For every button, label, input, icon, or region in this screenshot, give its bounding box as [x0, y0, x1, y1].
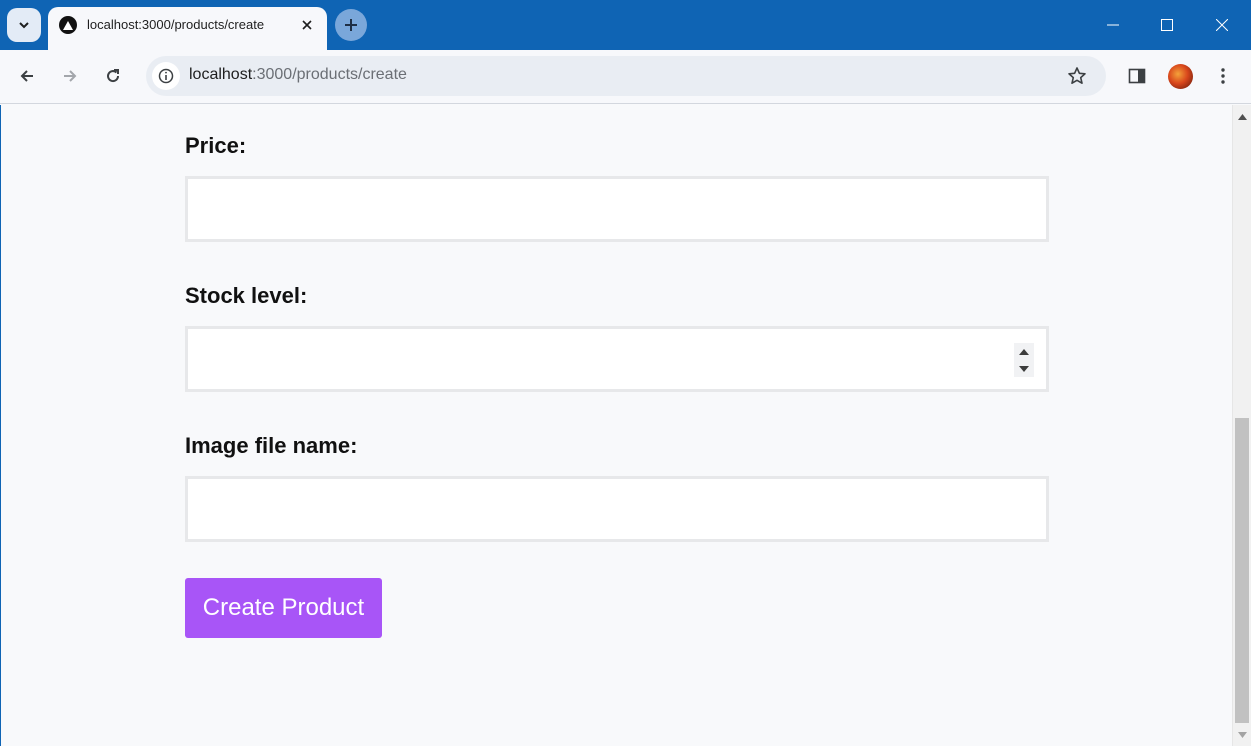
triangle-up-icon — [1237, 114, 1247, 120]
star-icon — [1068, 67, 1086, 84]
plus-icon — [345, 19, 357, 31]
page-viewport: Price: Stock level: Image file name: Cre… — [0, 105, 1232, 746]
address-bar[interactable]: localhost:3000/products/create — [146, 56, 1106, 96]
scroll-up-button[interactable] — [1233, 108, 1251, 126]
image-file-name-input[interactable] — [185, 476, 1049, 542]
window-close-button[interactable] — [1195, 0, 1249, 50]
reload-icon — [107, 69, 120, 83]
number-spinner[interactable] — [1014, 343, 1034, 377]
close-icon[interactable] — [298, 16, 316, 34]
tab-search-button[interactable] — [7, 8, 41, 42]
create-product-button[interactable]: Create Product — [185, 578, 382, 638]
price-label: Price: — [185, 133, 247, 158]
scrollbar-thumb[interactable] — [1235, 418, 1249, 723]
triangle-logo-icon — [59, 16, 77, 34]
close-icon — [1216, 19, 1228, 31]
url-host: localhost — [189, 66, 253, 83]
url-path: :3000/products/create — [252, 66, 407, 83]
triangle-down-icon[interactable] — [1019, 365, 1029, 372]
image-file-name-label: Image file name: — [185, 433, 358, 458]
new-tab-button[interactable] — [335, 9, 367, 41]
minimize-icon — [1107, 24, 1119, 26]
tab-title: localhost:3000/products/create — [87, 17, 265, 32]
side-panel-icon — [1128, 68, 1146, 84]
browser-menu-button[interactable] — [1207, 60, 1239, 92]
arrow-left-icon — [20, 70, 33, 82]
browser-tab-active[interactable]: localhost:3000/products/create — [48, 7, 327, 50]
kebab-menu-icon — [1221, 68, 1225, 84]
profile-avatar[interactable] — [1168, 64, 1193, 89]
forward-button[interactable] — [54, 60, 86, 92]
bookmark-button[interactable] — [1063, 62, 1091, 90]
address-url[interactable]: localhost:3000/products/create — [189, 66, 407, 84]
minimize-button[interactable] — [1086, 0, 1140, 50]
arrow-right-icon — [64, 70, 77, 82]
reload-button[interactable] — [97, 60, 129, 92]
triangle-up-icon[interactable] — [1019, 348, 1029, 355]
maximize-button[interactable] — [1140, 0, 1194, 50]
chevron-down-icon — [19, 22, 29, 29]
price-input[interactable] — [185, 176, 1049, 242]
scroll-down-button[interactable] — [1233, 726, 1251, 744]
stock-level-input[interactable] — [185, 326, 1049, 392]
back-button[interactable] — [11, 60, 43, 92]
triangle-down-icon — [1237, 732, 1247, 738]
vertical-scrollbar[interactable] — [1232, 105, 1251, 746]
site-info-button[interactable] — [152, 62, 180, 90]
browser-titlebar: localhost:3000/products/create — [0, 0, 1251, 50]
stock-level-label: Stock level: — [185, 283, 308, 308]
maximize-icon — [1161, 19, 1173, 31]
side-panel-button[interactable] — [1121, 60, 1153, 92]
browser-toolbar: localhost:3000/products/create — [0, 50, 1251, 104]
info-icon — [158, 68, 174, 84]
